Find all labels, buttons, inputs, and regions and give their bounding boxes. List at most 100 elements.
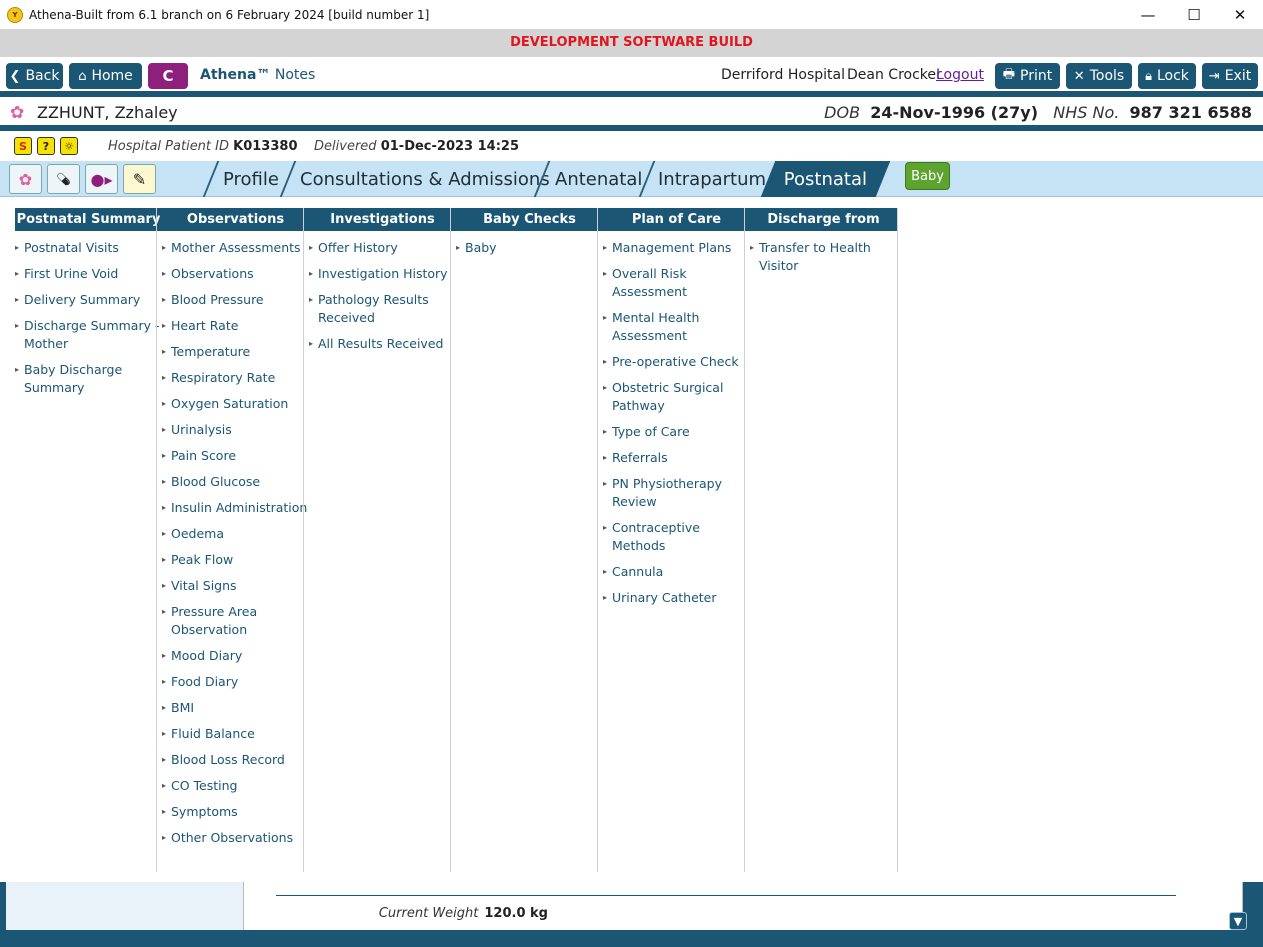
divider xyxy=(276,895,1176,896)
hospital-patient-id: K013380 xyxy=(233,139,298,154)
menu-item-mother-assessments[interactable]: Mother Assessments xyxy=(162,239,309,257)
menu-item-food-diary[interactable]: Food Diary xyxy=(162,673,309,691)
menu-item-type-of-care[interactable]: Type of Care xyxy=(603,423,750,441)
menu-item-respiratory-rate[interactable]: Respiratory Rate xyxy=(162,369,309,387)
menu-item-baby-discharge-summary[interactable]: Baby Discharge Summary xyxy=(15,361,162,397)
menu-item-urinalysis[interactable]: Urinalysis xyxy=(162,421,309,439)
menu-item-first-urine-void[interactable]: First Urine Void xyxy=(15,265,162,283)
minimize-button[interactable]: — xyxy=(1125,0,1171,29)
hospital-name: Derriford Hospital xyxy=(721,67,846,83)
menu-item-transfer-to-health-visitor[interactable]: Transfer to Health Visitor xyxy=(750,239,897,275)
menu-item-obstetric-surgical-pathway[interactable]: Obstetric Surgical Pathway xyxy=(603,379,750,415)
menu-item-urinary-catheter[interactable]: Urinary Catheter xyxy=(603,589,750,607)
menu-col-discharge: Discharge from Care Transfer to Health V… xyxy=(750,208,897,283)
baby-button[interactable]: Baby xyxy=(905,162,950,190)
patient-banner: ✿ ZZHUNT, Zzhaley DOB 24-Nov-1996 (27y) … xyxy=(0,97,1263,128)
back-button[interactable]: ❮ Back xyxy=(6,63,63,89)
menu-item-delivery-summary[interactable]: Delivery Summary xyxy=(15,291,162,309)
menu-item-baby[interactable]: Baby xyxy=(456,239,603,257)
menu-item-co-testing[interactable]: CO Testing xyxy=(162,777,309,795)
sun-icon[interactable]: ☼ xyxy=(60,137,78,155)
menu-item-offer-history[interactable]: Offer History xyxy=(309,239,456,257)
lock-button[interactable]: 🔒︎ Lock xyxy=(1138,63,1196,89)
window-title: Athena-Built from 6.1 branch on 6 Februa… xyxy=(29,7,430,22)
menu-item-mental-health-assessment[interactable]: Mental Health Assessment xyxy=(603,309,750,345)
menu-item-mood-diary[interactable]: Mood Diary xyxy=(162,647,309,665)
user-name: Dean Crocker xyxy=(847,67,942,83)
current-weight-row: Current Weight 120.0 kg xyxy=(378,906,548,921)
scroll-down-icon[interactable]: ▼ xyxy=(1229,912,1247,930)
menu-item-pathology-results-received[interactable]: Pathology Results Received xyxy=(309,291,456,327)
menu-item-cannula[interactable]: Cannula xyxy=(603,563,750,581)
menu-item-symptoms[interactable]: Symptoms xyxy=(162,803,309,821)
menu-item-oedema[interactable]: Oedema xyxy=(162,525,309,543)
menu-item-blood-loss-record[interactable]: Blood Loss Record xyxy=(162,751,309,769)
app-logo-icon: ʏ xyxy=(7,6,23,23)
menu-item-peak-flow[interactable]: Peak Flow xyxy=(162,551,309,569)
menu-item-blood-glucose[interactable]: Blood Glucose xyxy=(162,473,309,491)
flower-toolbar-icon[interactable]: ✿ xyxy=(9,164,42,194)
tab-intrapartum[interactable]: Intrapartum xyxy=(658,161,766,197)
tools-button[interactable]: ✕ Tools xyxy=(1066,63,1132,89)
tab-profile[interactable]: Profile xyxy=(223,161,279,197)
menu-heading: Plan of Care xyxy=(603,208,750,231)
menu-item-investigation-history[interactable]: Investigation History xyxy=(309,265,456,283)
menu-item-oxygen-saturation[interactable]: Oxygen Saturation xyxy=(162,395,309,413)
menu-heading: Baby Checks xyxy=(456,208,603,231)
menu-item-vital-signs[interactable]: Vital Signs xyxy=(162,577,309,595)
menu-item-pressure-area-observation[interactable]: Pressure Area Observation xyxy=(162,603,309,639)
mother-baby-icon[interactable]: ●▸ xyxy=(85,164,118,194)
menu-heading: Observations xyxy=(162,208,309,231)
menu-item-insulin-administration[interactable]: Insulin Administration xyxy=(162,499,309,517)
menu-item-management-plans[interactable]: Management Plans xyxy=(603,239,750,257)
menu-item-heart-rate[interactable]: Heart Rate xyxy=(162,317,309,335)
menu-item-observations[interactable]: Observations xyxy=(162,265,309,283)
column-divider xyxy=(303,208,304,872)
menu-heading: Discharge from Care xyxy=(750,208,897,250)
tools-icon: ✕ xyxy=(1073,68,1085,84)
menu-col-postnatal-summary: Postnatal Summary Postnatal Visits First … xyxy=(15,208,162,405)
column-divider xyxy=(897,208,898,872)
menu-item-all-results-received[interactable]: All Results Received xyxy=(309,335,456,353)
patient-name: ZZHUNT, Zzhaley xyxy=(37,103,178,122)
patient-id-row: S ? ☼ Hospital Patient ID K013380 Delive… xyxy=(0,131,1263,161)
tab-consultations-admissions[interactable]: Consultations & Admissions xyxy=(300,161,550,197)
maximize-button[interactable]: ☐ xyxy=(1171,0,1217,29)
dev-build-banner: DEVELOPMENT SOFTWARE BUILD xyxy=(0,29,1263,57)
notes-icon[interactable]: ✎ xyxy=(123,164,156,194)
c-button[interactable]: C xyxy=(148,63,188,89)
menu-item-other-observations[interactable]: Other Observations xyxy=(162,829,309,847)
menu-item-pn-physiotherapy-review[interactable]: PN Physiotherapy Review xyxy=(603,475,750,511)
alert-s-icon[interactable]: S xyxy=(14,137,32,155)
chevron-left-icon: ❮ xyxy=(9,68,21,84)
menu-item-bmi[interactable]: BMI xyxy=(162,699,309,717)
tab-separator xyxy=(279,161,297,197)
medication-icon[interactable]: 💊︎ xyxy=(47,164,80,194)
menu-item-pre-operative-check[interactable]: Pre-operative Check xyxy=(603,353,750,371)
close-window-button[interactable]: ✕ xyxy=(1217,0,1263,29)
tab-postnatal[interactable]: Postnatal xyxy=(760,161,891,197)
tab-antenatal[interactable]: Antenatal xyxy=(555,161,642,197)
patient-identifiers: DOB 24-Nov-1996 (27y) NHS No. 987 321 65… xyxy=(824,103,1252,122)
menu-item-blood-pressure[interactable]: Blood Pressure xyxy=(162,291,309,309)
menu-item-fluid-balance[interactable]: Fluid Balance xyxy=(162,725,309,743)
exit-button[interactable]: ⇥ Exit xyxy=(1202,63,1258,89)
postnatal-menu-panel: Postnatal Summary Postnatal Visits First … xyxy=(0,197,1263,882)
menu-item-temperature[interactable]: Temperature xyxy=(162,343,309,361)
menu-item-pain-score[interactable]: Pain Score xyxy=(162,447,309,465)
flower-icon: ✿ xyxy=(10,103,25,123)
patient-episode-info: Hospital Patient ID K013380 Delivered 01… xyxy=(108,139,519,154)
print-button[interactable]: 🖶 Print xyxy=(995,63,1060,89)
menu-heading: Postnatal Summary xyxy=(15,208,162,231)
menu-col-observations: Observations Mother Assessments Observati… xyxy=(162,208,309,855)
menu-item-referrals[interactable]: Referrals xyxy=(603,449,750,467)
menu-item-overall-risk-assessment[interactable]: Overall Risk Assessment xyxy=(603,265,750,301)
printer-icon: 🖶 xyxy=(1002,67,1016,82)
menu-item-postnatal-visits[interactable]: Postnatal Visits xyxy=(15,239,162,257)
help-icon[interactable]: ? xyxy=(37,137,55,155)
menu-item-discharge-summary-mother[interactable]: Discharge Summary - Mother xyxy=(15,317,162,353)
home-button[interactable]: ⌂ Home xyxy=(69,63,142,89)
menu-item-contraceptive-methods[interactable]: Contraceptive Methods xyxy=(603,519,750,555)
logout-link[interactable]: Logout xyxy=(936,67,984,83)
menu-col-plan-of-care: Plan of Care Management Plans Overall Ris… xyxy=(603,208,750,615)
